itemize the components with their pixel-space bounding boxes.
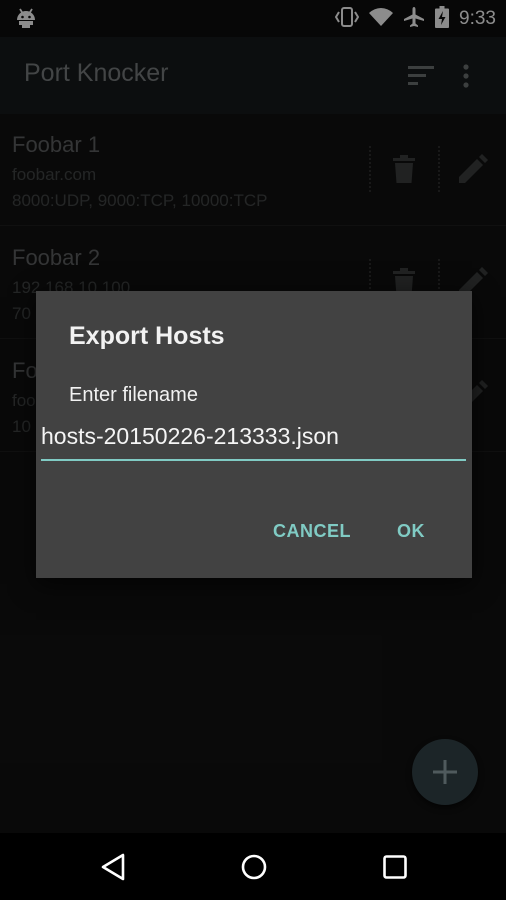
add-host-button[interactable] (412, 739, 478, 805)
export-hosts-dialog: Export Hosts Enter filename CANCEL OK (36, 291, 472, 578)
home-icon[interactable] (240, 853, 268, 886)
back-icon[interactable] (100, 853, 128, 886)
dialog-title: Export Hosts (69, 322, 225, 350)
filename-label: Enter filename (69, 384, 198, 406)
ok-button[interactable]: OK (397, 521, 425, 542)
navigation-bar (0, 833, 506, 900)
cancel-button[interactable]: CANCEL (273, 521, 351, 542)
add-icon (433, 760, 457, 784)
filename-input[interactable] (41, 421, 466, 461)
recents-icon[interactable] (382, 854, 408, 885)
